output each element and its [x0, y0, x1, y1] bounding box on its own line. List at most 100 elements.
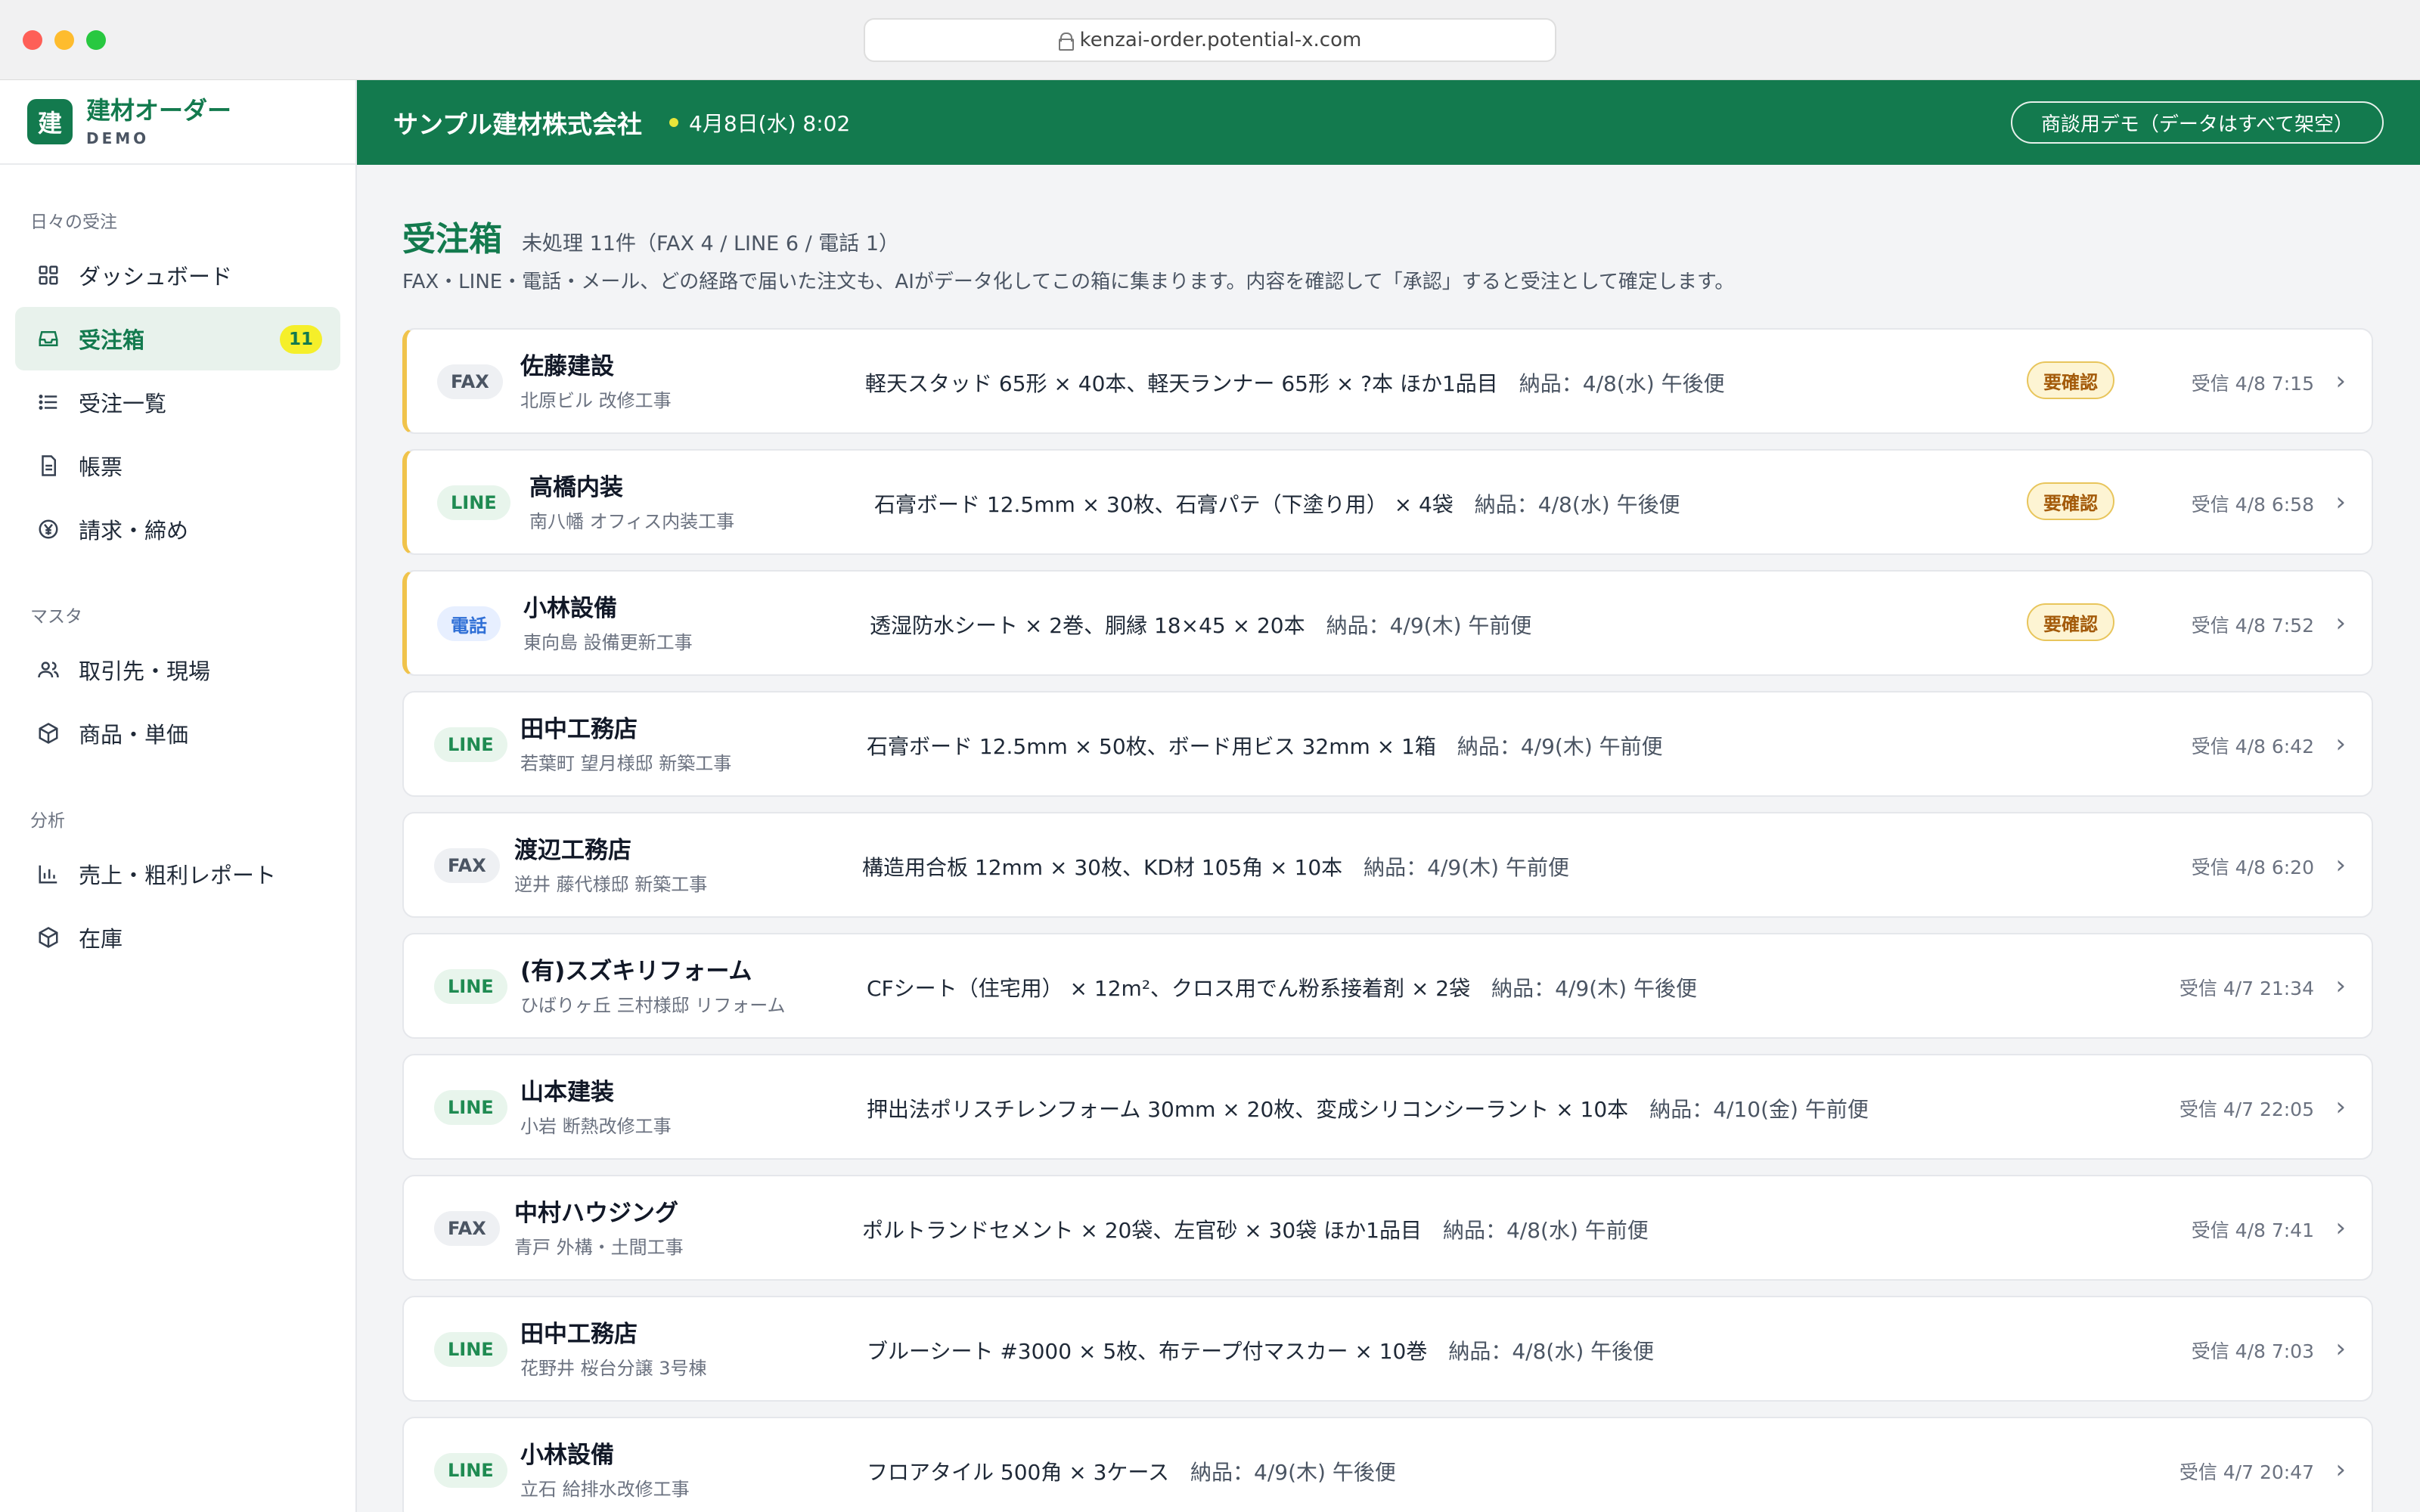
page-title: 受注箱: [402, 220, 502, 259]
unread-count-badge: 11: [279, 325, 322, 354]
status-dot: [669, 118, 679, 127]
received-time: 受信 4/7 21:34: [2179, 978, 2314, 999]
sidebar-item[interactable]: 帳票: [15, 434, 340, 497]
channel-badge: LINE: [434, 969, 507, 1004]
order-row[interactable]: 電話 小林設備 東向島 設備更新工事 透湿防水シート × 2巻、胴縁 18×45…: [402, 570, 2373, 676]
sidebar-item-label: 受注箱: [79, 327, 145, 353]
customer-name: 山本建装: [520, 1079, 614, 1106]
chevron-right-icon: ›: [2335, 971, 2346, 1001]
sidebar-item[interactable]: 売上・粗利レポート: [15, 842, 340, 906]
sidebar-item[interactable]: 在庫: [15, 906, 340, 969]
order-row[interactable]: FAX 渡辺工務店 逆井 藤代様邸 新築工事 構造用合板 12mm × 30枚、…: [402, 812, 2373, 918]
needs-review-badge: 要確認: [2027, 603, 2114, 641]
received-time: 受信 4/7 20:47: [2179, 1461, 2314, 1483]
order-items-text: 構造用合板 12mm × 30枚、KD材 105角 × 10本: [862, 855, 1343, 880]
order-items: CFシート（住宅用） × 12m²、クロス用でん粉系接着剤 × 2袋 納品：4/9…: [867, 972, 1697, 1002]
received-time: 受信 4/8 6:20: [2191, 857, 2314, 878]
site-name: 東向島 設備更新工事: [523, 632, 693, 653]
delivery-text: 納品：4/8(水) 午前便: [1442, 1218, 1649, 1243]
grid-icon: [36, 263, 60, 287]
sidebar-item-label: 在庫: [79, 926, 123, 952]
brand-sub: DEMO: [86, 129, 150, 147]
delivery-text: 納品：4/9(木) 午前便: [1364, 855, 1569, 880]
order-items-text: CFシート（住宅用） × 12m²、クロス用でん粉系接着剤 × 2袋: [867, 976, 1471, 1001]
site-name: 小岩 断熱改修工事: [520, 1116, 672, 1137]
chevron-right-icon: ›: [2335, 608, 2346, 638]
chevron-right-icon: ›: [2335, 850, 2346, 880]
yen-icon: [36, 517, 60, 541]
chevron-right-icon: ›: [2335, 487, 2346, 517]
order-items-text: ブルーシート #3000 × 5枚、布テープ付マスカー × 10巻: [867, 1339, 1428, 1364]
needs-review-badge: 要確認: [2027, 361, 2114, 399]
minimize-window-button[interactable]: [54, 30, 74, 50]
order-items: 軽天スタッド 65形 × 40本、軽天ランナー 65形 × ?本 ほか1品目 納品…: [865, 367, 1725, 398]
sidebar-item-label: 売上・粗利レポート: [79, 863, 277, 888]
customer-name: (有)スズキリフォーム: [520, 958, 752, 985]
order-row[interactable]: FAX 中村ハウジング 青戸 外構・土間工事 ポルトランドセメント × 20袋、…: [402, 1175, 2373, 1281]
maximize-window-button[interactable]: [86, 30, 106, 50]
site-name: 北原ビル 改修工事: [520, 390, 672, 411]
chevron-right-icon: ›: [2335, 366, 2346, 396]
received-time: 受信 4/8 7:03: [2191, 1340, 2314, 1362]
channel-badge: LINE: [434, 727, 507, 762]
sidebar-item-label: 帳票: [79, 454, 123, 480]
page-description: FAX・LINE・電話・メール、どの経路で届いた注文も、AIがデータ化してこの箱…: [402, 271, 1735, 293]
channel-badge: FAX: [437, 364, 503, 399]
received-time: 受信 4/8 7:41: [2191, 1219, 2314, 1241]
order-row[interactable]: LINE 田中工務店 花野井 桜台分譲 3号棟 ブルーシート #3000 × 5…: [402, 1296, 2373, 1402]
sidebar-item[interactable]: 受注箱 11: [15, 307, 340, 370]
channel-badge: FAX: [434, 848, 500, 883]
site-name: 立石 給排水改修工事: [520, 1479, 690, 1500]
customer-name: 田中工務店: [520, 716, 638, 743]
brand-name: 建材オーダー: [86, 96, 232, 125]
box-icon: [36, 925, 60, 950]
sidebar-item[interactable]: ダッシュボード: [15, 243, 340, 307]
order-items: 構造用合板 12mm × 30枚、KD材 105角 × 10本 納品：4/9(木)…: [862, 851, 1569, 881]
current-datetime: 4月8日(水) 8:02: [689, 111, 851, 136]
order-row[interactable]: LINE 小林設備 立石 給排水改修工事 フロアタイル 500角 × 3ケース納…: [402, 1417, 2373, 1512]
top-header: サンプル建材株式会社 4月8日(水) 8:02 商談用デモ（データはすべて架空）: [357, 80, 2420, 165]
site-name: 青戸 外構・土間工事: [514, 1237, 684, 1258]
delivery-text: 納品：4/8(水) 午後便: [1474, 492, 1680, 517]
order-items: 透湿防水シート × 2巻、胴縁 18×45 × 20本 納品：4/9(木) 午前便: [870, 609, 1531, 640]
order-items: 石膏ボード 12.5mm × 30枚、石膏パテ（下塗り用） × 4袋 納品：4/8…: [874, 488, 1680, 519]
channel-badge: LINE: [434, 1453, 507, 1488]
sidebar-item-label: 取引先・現場: [79, 658, 211, 684]
order-row[interactable]: FAX 佐藤建設 北原ビル 改修工事 軽天スタッド 65形 × 40本、軽天ラン…: [402, 328, 2373, 434]
chevron-right-icon: ›: [2335, 1092, 2346, 1122]
order-row[interactable]: LINE (有)スズキリフォーム ひばりヶ丘 三村様邸 リフォーム CFシート（…: [402, 933, 2373, 1039]
channel-badge: LINE: [434, 1090, 507, 1125]
order-items-text: ポルトランドセメント × 20袋、左官砂 × 30袋 ほか1品目: [862, 1218, 1422, 1243]
browser-chrome: kenzai-order.potential-x.com: [0, 0, 2420, 80]
chart-icon: [36, 862, 60, 886]
channel-badge: FAX: [434, 1211, 500, 1246]
received-time: 受信 4/8 7:52: [2191, 615, 2314, 637]
sidebar-item[interactable]: 請求・締め: [15, 497, 340, 561]
received-time: 受信 4/8 6:42: [2191, 736, 2314, 758]
sidebar-item-label: 商品・単価: [79, 722, 189, 748]
sidebar-item-label: ダッシュボード: [79, 264, 233, 290]
sidebar-item[interactable]: 取引先・現場: [15, 638, 340, 702]
sidebar: 建 建材オーダー DEMO 日々の受注 ダッシュボード 受注箱 11 受注一覧 帳票 請求・…: [0, 80, 357, 1512]
customer-name: 高橋内装: [529, 474, 623, 501]
order-items-text: 石膏ボード 12.5mm × 30枚、石膏パテ（下塗り用） × 4袋: [874, 492, 1454, 517]
address-bar[interactable]: kenzai-order.potential-x.com: [864, 18, 1556, 62]
order-items: 押出法ポリスチレンフォーム 30mm × 20枚、変成シリコンシーラント × 1…: [867, 1093, 1869, 1123]
delivery-text: 納品：4/8(水) 午後便: [1448, 1339, 1655, 1364]
sidebar-item[interactable]: 商品・単価: [15, 702, 340, 765]
order-row[interactable]: LINE 高橋内装 南八幡 オフィス内装工事 石膏ボード 12.5mm × 30…: [402, 449, 2373, 555]
brand[interactable]: 建 建材オーダー DEMO: [0, 80, 355, 165]
sidebar-item-label: 受注一覧: [79, 391, 167, 417]
order-row[interactable]: LINE 田中工務店 若葉町 望月様邸 新築工事 石膏ボード 12.5mm × …: [402, 691, 2373, 797]
document-icon: [36, 454, 60, 478]
received-time: 受信 4/7 22:05: [2179, 1098, 2314, 1120]
order-list: FAX 佐藤建設 北原ビル 改修工事 軽天スタッド 65形 × 40本、軽天ラン…: [402, 328, 2373, 1512]
close-window-button[interactable]: [23, 30, 42, 50]
order-row[interactable]: LINE 山本建装 小岩 断熱改修工事 押出法ポリスチレンフォーム 30mm ×…: [402, 1054, 2373, 1160]
url-text: kenzai-order.potential-x.com: [1079, 29, 1362, 51]
customer-name: 佐藤建設: [520, 353, 614, 380]
site-name: 南八幡 オフィス内装工事: [529, 511, 735, 532]
delivery-text: 納品：4/9(木) 午後便: [1491, 976, 1697, 1001]
sidebar-item[interactable]: 受注一覧: [15, 370, 340, 434]
delivery-text: 納品：4/9(木) 午前便: [1457, 734, 1663, 759]
